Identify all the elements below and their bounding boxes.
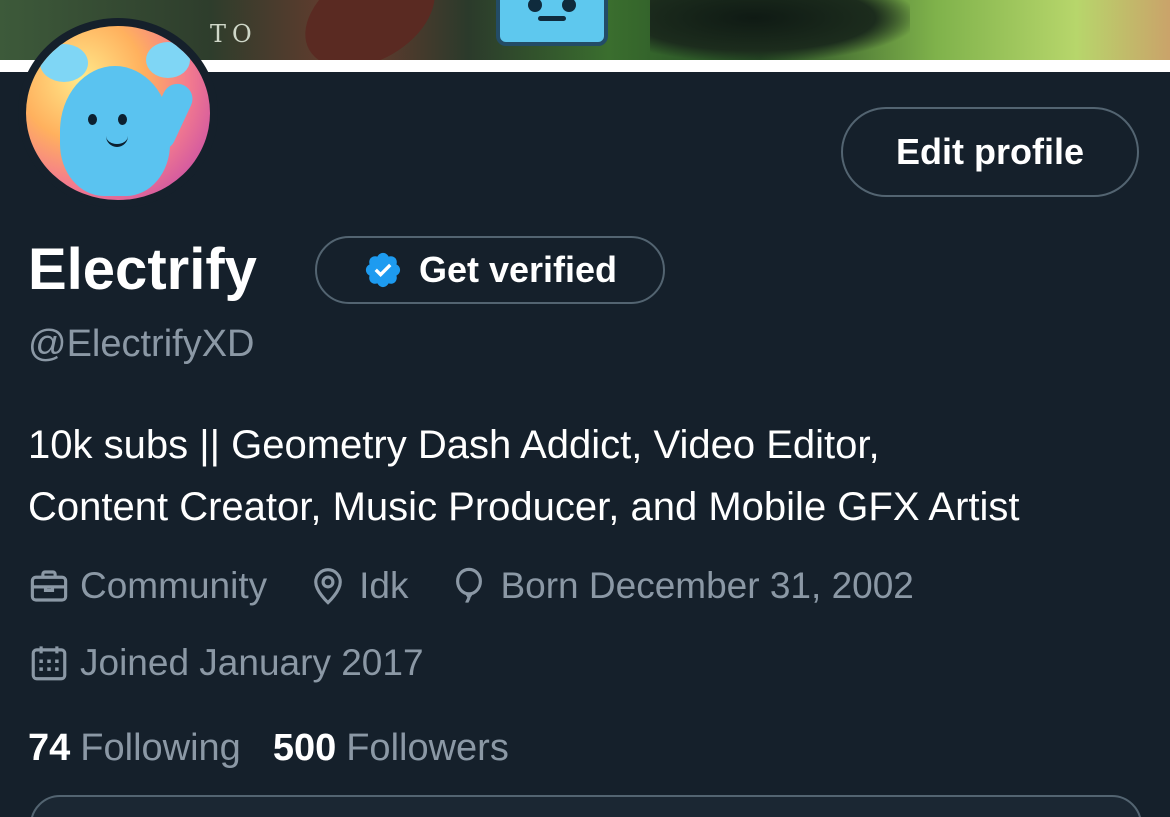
banner-shadow xyxy=(650,0,910,60)
user-handle: @ElectrifyXD xyxy=(28,323,255,365)
follow-stats: 74 Following 500 Followers xyxy=(28,722,541,774)
following-link[interactable]: 74 Following xyxy=(28,722,241,774)
bio-line: 10k subs || Geometry Dash Addict, Video … xyxy=(28,423,880,467)
balloon-icon xyxy=(456,567,483,603)
get-verified-label: Get verified xyxy=(418,249,618,290)
profile-bio: 10k subs || Geometry Dash Addict, Video … xyxy=(28,414,1158,538)
profile-joined-text: Joined January 2017 xyxy=(80,642,424,683)
bio-line: Content Creator, Music Producer, and Mob… xyxy=(28,485,1020,529)
profile-page: TO Edit profile Electrify Get verified @… xyxy=(0,0,1170,817)
avatar-creature-eye xyxy=(88,114,97,125)
profile-category: Community xyxy=(28,561,267,611)
display-name: Electrify xyxy=(28,237,257,302)
banner-cube-eye xyxy=(528,0,542,12)
following-count: 74 xyxy=(28,727,71,769)
profile-joined: Joined January 2017 xyxy=(28,638,424,688)
profile-birthdate: Born December 31, 2002 xyxy=(448,561,914,611)
banner-leaf-shape xyxy=(286,0,454,60)
profile-meta-row: Community Idk Born December 31, 2002 xyxy=(28,561,954,611)
avatar[interactable] xyxy=(18,18,218,208)
profile-category-text: Community xyxy=(80,565,268,606)
banner-cube-mouth xyxy=(538,16,566,21)
profile-location: Idk xyxy=(307,561,408,611)
followers-link[interactable]: 500 Followers xyxy=(273,722,509,774)
profile-birthdate-text: Born December 31, 2002 xyxy=(500,565,914,606)
followers-count: 500 xyxy=(272,727,337,769)
banner-cube-character xyxy=(496,0,608,46)
avatar-image xyxy=(26,26,210,200)
verified-badge-icon xyxy=(365,252,401,288)
bottom-card-edge[interactable] xyxy=(30,795,1142,817)
profile-meta-row: Joined January 2017 xyxy=(28,638,464,688)
calendar-icon xyxy=(31,646,67,681)
avatar-creature-ear xyxy=(146,42,190,78)
edit-profile-button[interactable]: Edit profile xyxy=(841,107,1139,197)
banner-cube-eye xyxy=(562,0,576,12)
following-label: Following xyxy=(80,727,241,769)
followers-label: Followers xyxy=(346,727,509,769)
location-pin-icon xyxy=(314,568,342,605)
profile-location-text: Idk xyxy=(359,565,409,606)
avatar-creature-ear xyxy=(40,44,88,82)
avatar-creature-eye xyxy=(118,114,127,125)
briefcase-icon xyxy=(30,570,68,602)
get-verified-button[interactable]: Get verified xyxy=(315,236,665,304)
banner-watermark: TO xyxy=(210,20,258,48)
